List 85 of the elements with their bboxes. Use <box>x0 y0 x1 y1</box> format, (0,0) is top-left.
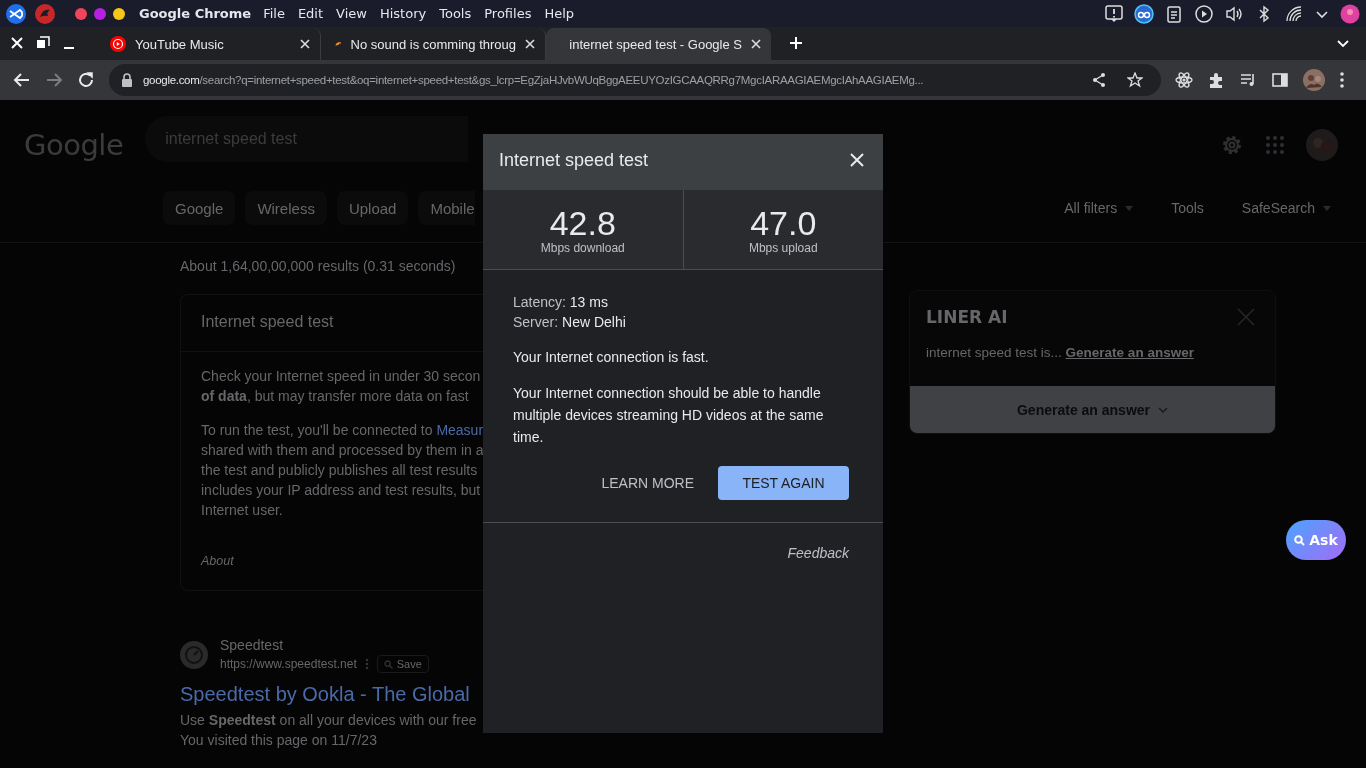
generate-answer-link[interactable]: Generate an answer <box>1065 345 1194 360</box>
feedback-link[interactable]: Feedback <box>787 545 849 561</box>
tab-title: YouTube Music <box>135 36 225 52</box>
browser-tab[interactable]: internet speed test - Google S <box>546 28 771 60</box>
new-tab-icon[interactable] <box>789 36 803 50</box>
speed-label: Mbps upload <box>748 240 818 255</box>
back-icon[interactable] <box>13 71 31 89</box>
tab-title: No sound is comming throug <box>350 36 516 52</box>
tab-title: internet speed test - Google S <box>569 36 742 52</box>
menu-icon[interactable] <box>1339 71 1345 89</box>
url-text: google.com/search?q=internet+speed+test&oq=internet+speed+test&gs_lcrp=EgZjaHJvbWUqBggAEEUYOzIGCAAQRRg7MgcIARAAGIAEMgcIAhAAGIAEMg... <box>143 74 925 86</box>
music-logo-icon <box>110 36 126 52</box>
assistant-prompt: internet speed test is... <box>926 345 1062 360</box>
filter-button[interactable]: SafeSearch <box>1227 200 1345 216</box>
gauge-icon <box>180 641 208 669</box>
result-snippet: Use Speedtest on all your devices with our free <box>180 712 478 728</box>
assistant-title: LINER AI <box>926 307 1008 327</box>
description-text: Your Internet connection should be able to handle multiple devices streaming HD videos at the same time. <box>513 384 825 447</box>
atom-icon[interactable] <box>1175 71 1193 89</box>
dropdown-icon <box>1323 205 1331 211</box>
site-name: Speedtest <box>220 637 285 653</box>
save-button[interactable]: Save <box>376 655 429 673</box>
torrent-app-icon[interactable] <box>1134 3 1154 24</box>
menu-item[interactable]: Edit <box>297 6 324 21</box>
alert-icon[interactable] <box>1104 3 1124 24</box>
speed-value: 42.8 <box>549 204 616 241</box>
card-text: Check your Internet speed in under 30 secon <box>201 367 482 386</box>
menu-item[interactable]: History <box>379 6 427 21</box>
card-text: Internet user. <box>201 501 284 520</box>
restore-icon[interactable] <box>36 36 50 50</box>
play-icon[interactable] <box>1194 3 1214 24</box>
maximize-window-button[interactable] <box>113 7 125 20</box>
speed-value: 47.0 <box>750 204 817 241</box>
site-url: https://www.speedtest.net <box>220 657 357 671</box>
search-chip[interactable]: Upload <box>336 191 409 225</box>
detail-text: Server: New Delhi <box>513 313 627 332</box>
side-panel-icon[interactable] <box>1271 71 1289 89</box>
visited-note: You visited this page on 11/7/23 <box>180 732 378 748</box>
editor-logo-icon[interactable] <box>5 2 27 25</box>
filter-button[interactable]: Tools <box>1157 200 1218 216</box>
test-again-button[interactable]: TEST AGAIN <box>718 466 849 500</box>
menu-item[interactable]: View <box>336 6 367 21</box>
star-icon[interactable] <box>1127 72 1143 88</box>
dropdown-icon <box>1125 205 1134 211</box>
search-icon <box>1294 534 1306 546</box>
address-bar[interactable]: google.com/search?q=internet+speed+test&oq=internet+speed+test&gs_lcrp=EgZjaHJvbWUqBggAEEUYOzIGCAAQRRg7MgcIARAAGIAEMgcIAhAAGIAEMg... <box>109 64 1161 96</box>
search-chip[interactable]: Google <box>163 191 236 225</box>
reload-icon[interactable] <box>77 71 95 89</box>
card-text: includes your IP address and test results, but <box>201 481 482 500</box>
card-text: shared with them and processed by them in a <box>201 441 483 460</box>
search-icon <box>383 659 393 669</box>
card-text: of data, but may transfer more data on fast <box>201 387 470 406</box>
media-queue-icon[interactable] <box>1239 71 1257 89</box>
profile-avatar-icon[interactable] <box>1303 69 1325 91</box>
learn-more-button[interactable]: LEARN MORE <box>591 467 704 499</box>
detail-text: Latency: 13 ms <box>513 293 609 312</box>
menu-item[interactable]: File <box>263 6 285 21</box>
verdict-text: Your Internet connection is fast. <box>513 348 710 367</box>
measurement-link[interactable]: Measur <box>436 422 484 438</box>
search-chip[interactable]: Wireless <box>245 191 327 225</box>
clipboard-icon[interactable] <box>1164 3 1184 24</box>
result-stats: About 1,64,00,00,000 results (0.31 seconds) <box>180 258 457 274</box>
speed-label: Mbps download <box>540 240 625 255</box>
wifi-icon[interactable] <box>1284 3 1304 24</box>
close-window-button[interactable] <box>75 7 87 20</box>
menu-item[interactable]: Tools <box>439 6 472 21</box>
dragon-logo-icon[interactable] <box>34 2 56 25</box>
dialog-title: Internet speed test <box>499 149 649 171</box>
filter-button[interactable]: All filters <box>1050 200 1148 216</box>
about-link[interactable]: About <box>201 554 483 568</box>
card-text: To run the test, you'll be connected to <box>201 422 434 438</box>
card-text: the test and publicly publishes all test results <box>201 461 479 480</box>
share-icon[interactable] <box>1091 72 1107 88</box>
ask-button[interactable]: Ask <box>1286 520 1346 560</box>
extensions-icon[interactable] <box>1207 71 1225 89</box>
app-name: Google Chrome <box>139 6 252 21</box>
search-chip[interactable]: Mobile <box>418 191 475 225</box>
result-title-link[interactable]: Speedtest by Ookla - The Global <box>180 683 483 706</box>
lock-icon <box>121 73 133 87</box>
chevron-down-icon <box>1158 406 1169 413</box>
user-avatar-icon[interactable] <box>1340 3 1360 24</box>
forward-icon[interactable] <box>45 71 63 89</box>
minimize-window-button[interactable] <box>94 7 106 20</box>
menu-item[interactable]: Profiles <box>484 6 532 21</box>
menu-item[interactable]: Help <box>544 6 575 21</box>
